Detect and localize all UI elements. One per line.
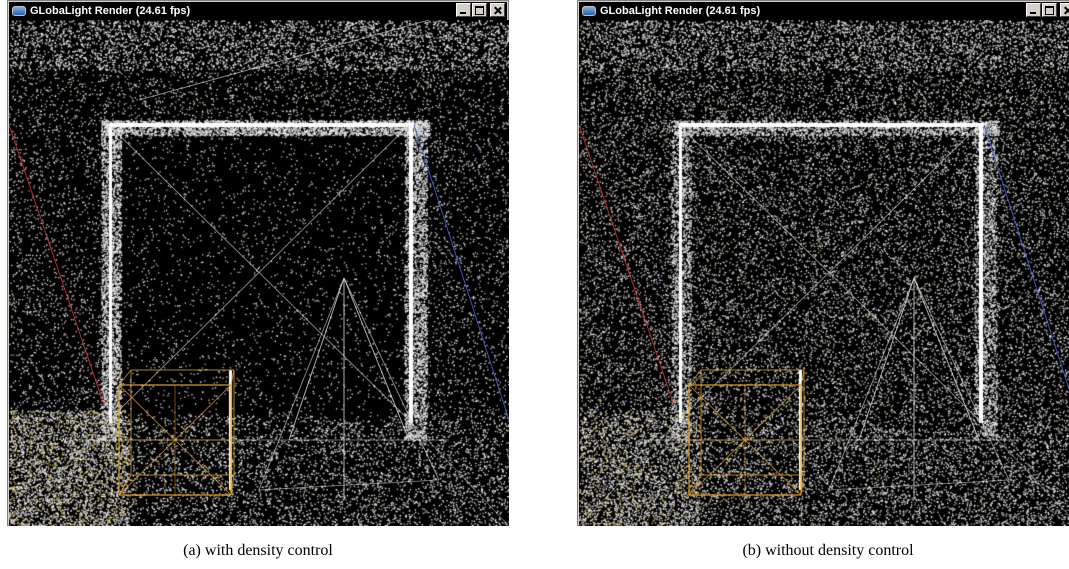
wireframe-edge-12 [343, 277, 440, 481]
wireframe-edge-8 [288, 277, 345, 441]
wireframe-edge-8 [913, 277, 980, 441]
wireframe-edge-11 [913, 277, 1010, 481]
wireframe-edge-4 [408, 419, 509, 526]
window-title: GLobaLight Render (24.61 fps) [30, 5, 191, 17]
scene-wireframe [9, 20, 509, 526]
render-window-b[interactable]: GLobaLight Render (24.61 fps) [577, 0, 1069, 526]
wireframe-edge-6 [983, 124, 1069, 391]
wireframe-edge-11 [258, 277, 345, 491]
render-window-a[interactable]: GLobaLight Render (24.61 fps) [7, 0, 509, 526]
wireframe-edge-12 [828, 479, 1010, 491]
wireframe-edge-6 [9, 124, 105, 406]
title-bar[interactable]: GLobaLight Render (24.61 fps) [9, 2, 507, 20]
minimize-icon[interactable] [1026, 3, 1041, 17]
wireframe-edge-10 [828, 277, 915, 491]
wireframe-edge-3 [579, 419, 680, 526]
scene-wireframe [579, 124, 1069, 526]
close-icon[interactable] [490, 3, 505, 17]
window-controls [455, 3, 505, 17]
app-window-icon[interactable] [582, 6, 596, 16]
figure-caption: (b) without density control [742, 542, 914, 559]
window-title: GLobaLight Render (24.61 fps) [600, 5, 761, 17]
maximize-icon[interactable] [472, 3, 487, 17]
wireframe-edge-5 [138, 20, 430, 101]
minimize-icon[interactable] [456, 3, 471, 17]
render-viewport[interactable] [579, 20, 1069, 526]
figure-caption: (a) with density control [183, 542, 333, 559]
wireframe-edge-5 [579, 124, 675, 406]
title-bar[interactable]: GLobaLight Render (24.61 fps) [579, 2, 1069, 20]
window-controls [1025, 3, 1069, 17]
wireframe-edge-3 [9, 419, 110, 526]
wireframe-edge-15 [688, 369, 702, 386]
render-viewport[interactable] [9, 20, 509, 526]
wireframe-edge-7 [858, 277, 915, 441]
wireframe-edge-7 [413, 124, 509, 421]
wireframe-edge-13 [258, 479, 440, 491]
wireframe-edge-9 [343, 277, 410, 441]
wireframe-edge-16 [118, 369, 132, 386]
app-window-icon[interactable] [12, 6, 26, 16]
close-icon[interactable] [1060, 3, 1069, 17]
maximize-icon[interactable] [1042, 3, 1057, 17]
wireframe-edge-4 [978, 419, 1069, 517]
